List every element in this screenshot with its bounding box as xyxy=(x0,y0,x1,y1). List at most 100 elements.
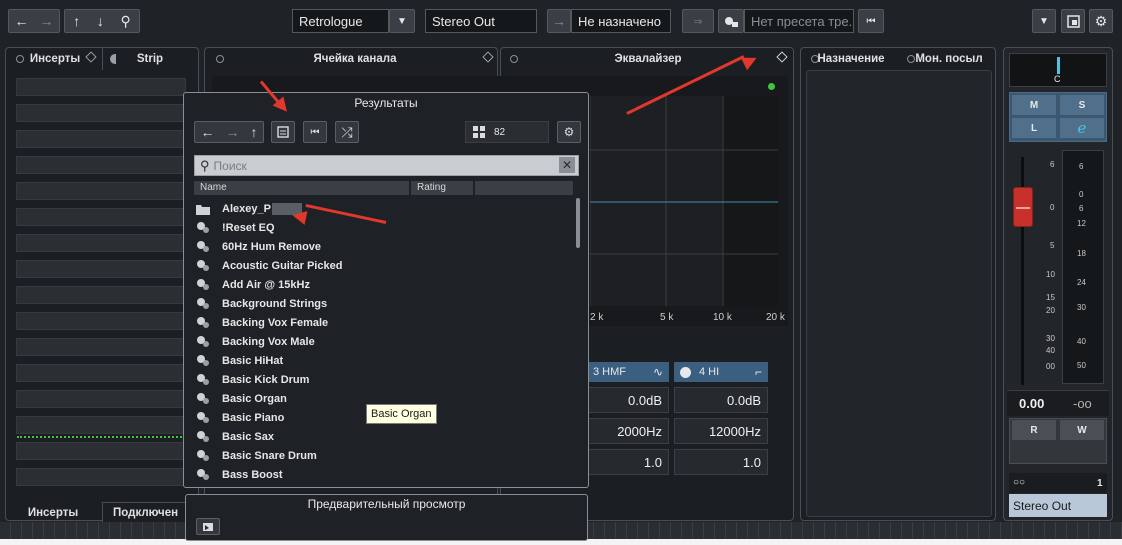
peak-value[interactable]: -oo xyxy=(1073,396,1092,411)
stereo-link-icon: ○○ xyxy=(1013,477,1026,488)
folder-icon xyxy=(196,204,210,215)
rewind-button[interactable]: ⏮ xyxy=(303,121,327,143)
list-item-folder[interactable]: Alexey_P xyxy=(196,199,302,218)
band-power-icon[interactable] xyxy=(680,366,691,378)
insert-slot[interactable] xyxy=(16,182,186,200)
band-shape-icon[interactable]: ⌐ xyxy=(755,365,762,379)
list-item[interactable]: Bass Boost xyxy=(196,465,283,484)
eq-band-4-freq[interactable]: 12000Hz xyxy=(674,418,768,444)
volume-value[interactable]: 0.00 xyxy=(1019,396,1044,411)
tab-inserts-bottom[interactable]: Инсерты xyxy=(16,502,90,524)
list-item[interactable]: Acoustic Guitar Picked xyxy=(196,256,342,275)
insert-slot[interactable] xyxy=(16,78,186,96)
skip-back-button[interactable]: ⏮ xyxy=(858,9,884,33)
insert-slot[interactable] xyxy=(16,312,186,330)
eq-band-3-gain[interactable]: 0.0dB xyxy=(585,387,669,413)
folder-view-button[interactable] xyxy=(271,121,295,143)
mute-button[interactable]: M xyxy=(1012,95,1056,115)
back-icon[interactable]: ← xyxy=(15,13,29,29)
settings-button[interactable]: ⚙ xyxy=(1089,9,1113,33)
column-header-rating[interactable]: Rating xyxy=(411,181,473,195)
plugin-name-field[interactable]: Retrologue xyxy=(292,9,389,33)
eq-band-3-header[interactable]: 3 HMF ∿ xyxy=(585,362,669,382)
window-menu-button[interactable]: ▼ xyxy=(1032,9,1056,33)
tab-inserts[interactable]: Инсерты xyxy=(24,48,86,70)
insert-slot[interactable] xyxy=(16,338,186,356)
eq-band-3-q[interactable]: 1.0 xyxy=(585,449,669,475)
output-field[interactable]: Stereo Out xyxy=(425,9,537,33)
list-item[interactable]: Basic Sax xyxy=(196,427,274,446)
volume-fader-handle[interactable] xyxy=(1013,187,1033,227)
up-arrow-icon[interactable]: ↑ xyxy=(251,124,258,140)
insert-slot[interactable] xyxy=(16,286,186,304)
tab-equalizer[interactable]: Эквалайзер xyxy=(600,48,696,70)
eq-band-4-header[interactable]: 4 HI ⌐ xyxy=(674,362,768,382)
search-icon[interactable]: ⚲ xyxy=(120,13,130,30)
window-layout-button[interactable] xyxy=(1061,9,1085,33)
insert-slot[interactable] xyxy=(16,416,186,434)
list-item[interactable]: Basic Snare Drum xyxy=(196,446,317,465)
channel-cell-bypass-icon[interactable] xyxy=(216,55,224,63)
eq-band-4-q[interactable]: 1.0 xyxy=(674,449,768,475)
forward-icon[interactable]: → xyxy=(226,124,240,140)
tab-strip[interactable]: Strip xyxy=(130,48,170,70)
eq-bypass-icon[interactable] xyxy=(510,55,518,63)
list-item[interactable]: Basic Piano xyxy=(196,408,284,427)
list-item[interactable]: 60Hz Hum Remove xyxy=(196,237,321,256)
listen-button[interactable]: L xyxy=(1012,118,1056,138)
results-settings-button[interactable]: ⚙ xyxy=(557,121,581,143)
insert-slot[interactable] xyxy=(16,130,186,148)
insert-slot[interactable] xyxy=(16,364,186,382)
clear-search-icon[interactable]: ✕ xyxy=(559,157,575,173)
export-button[interactable]: ⇒ xyxy=(682,9,714,33)
insert-slot[interactable] xyxy=(16,390,186,408)
column-header-name[interactable]: Name xyxy=(194,181,409,195)
insert-slot[interactable] xyxy=(16,260,186,278)
assign-button[interactable]: → xyxy=(547,9,571,33)
list-item[interactable]: Basic Kick Drum xyxy=(196,370,309,389)
insert-slot[interactable] xyxy=(16,442,186,460)
insert-slot[interactable] xyxy=(16,156,186,174)
list-item[interactable]: Basic HiHat xyxy=(196,351,283,370)
strip-bypass-icon[interactable] xyxy=(110,54,116,64)
preset-name: Background Strings xyxy=(222,297,328,310)
down-arrow-icon[interactable]: ↓ xyxy=(97,13,104,29)
edit-channel-button[interactable]: e xyxy=(1060,118,1104,138)
insert-slot[interactable] xyxy=(16,468,186,486)
insert-slot[interactable] xyxy=(16,208,186,226)
tab-channel-cell[interactable]: Ячейка канала xyxy=(300,48,410,70)
list-item[interactable]: Background Strings xyxy=(196,294,327,313)
channel-name[interactable]: Stereo Out xyxy=(1009,494,1107,517)
insert-slot[interactable] xyxy=(16,234,186,252)
inserts-bypass-icon[interactable] xyxy=(16,55,24,63)
pan-display[interactable]: C xyxy=(1009,53,1107,87)
preview-toggle-button[interactable] xyxy=(196,518,220,535)
freq-label: 20 k xyxy=(766,312,785,323)
pan-indicator xyxy=(1057,57,1060,74)
read-automation-button[interactable]: R xyxy=(1012,420,1056,440)
list-item[interactable]: Basic Organ xyxy=(196,389,287,408)
tab-connections[interactable]: Подключен xyxy=(113,503,185,522)
search-field[interactable]: ⚲ Поиск ✕ xyxy=(194,155,579,176)
list-item[interactable]: !Reset EQ xyxy=(196,218,275,237)
forward-icon[interactable]: → xyxy=(40,13,54,29)
plugin-dropdown-button[interactable]: ▼ xyxy=(389,9,415,33)
window-icon xyxy=(1066,14,1080,28)
list-item[interactable]: Add Air @ 15kHz xyxy=(196,275,310,294)
solo-button[interactable]: S xyxy=(1060,95,1104,115)
list-item[interactable]: Backing Vox Male xyxy=(196,332,315,351)
tab-routing[interactable]: Назначение xyxy=(816,48,886,70)
results-scrollbar[interactable] xyxy=(576,198,580,248)
tab-mon-sends[interactable]: Мон. посыл xyxy=(914,48,984,70)
write-automation-button[interactable]: W xyxy=(1060,420,1104,440)
back-icon[interactable]: ← xyxy=(201,124,215,140)
list-item[interactable]: Backing Vox Female xyxy=(196,313,328,332)
band-shape-icon[interactable]: ∿ xyxy=(653,365,663,379)
shuffle-button[interactable]: ⤮ xyxy=(335,121,359,143)
up-arrow-icon[interactable]: ↑ xyxy=(73,13,80,29)
preset-browser-button[interactable] xyxy=(718,9,744,33)
insert-slot[interactable] xyxy=(16,104,186,122)
eq-band-4-gain[interactable]: 0.0dB xyxy=(674,387,768,413)
eq-band-3-freq[interactable]: 2000Hz xyxy=(585,418,669,444)
preset-field[interactable]: Нет пресета тре. xyxy=(744,9,854,33)
